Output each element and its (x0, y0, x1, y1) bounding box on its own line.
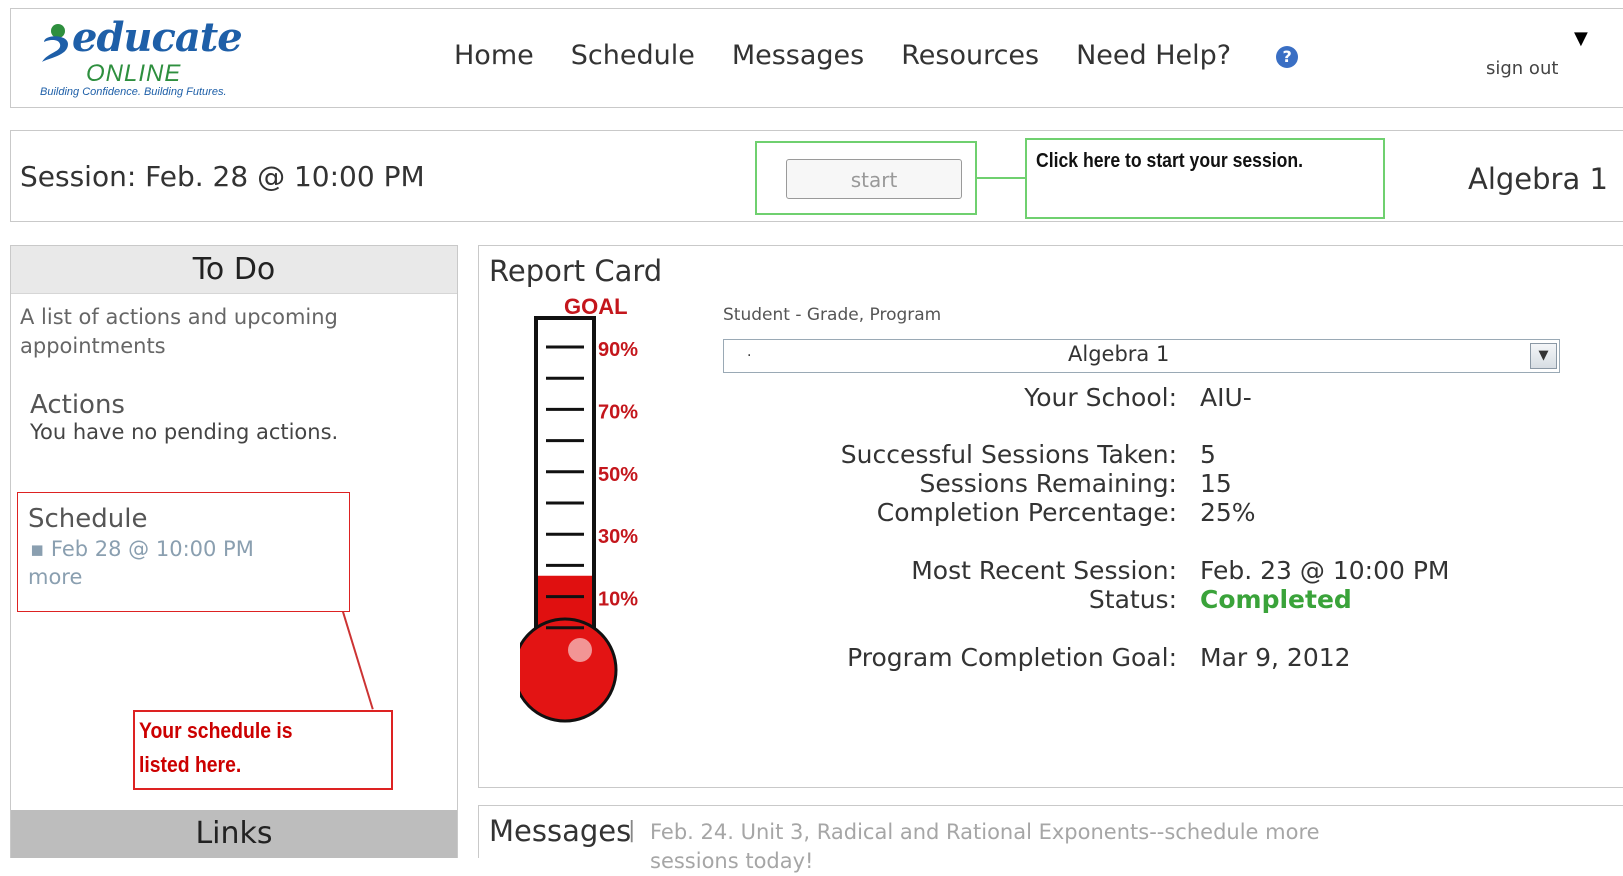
nav-need-help[interactable]: Need Help?? (1076, 40, 1335, 71)
todo-description: A list of actions and upcoming appointme… (20, 305, 338, 358)
thermometer-tick-labels: 90% 70% 50% 30% 10% (598, 339, 638, 611)
todo-heading[interactable]: To Do (11, 246, 457, 294)
progress-thermometer: GOAL 90% 70% 50% 30% 10% (520, 295, 638, 723)
session-subject: Algebra 1 (1468, 162, 1608, 196)
thermometer-tick-label: 30% (598, 526, 638, 548)
session-label: Session: Feb. 28 @ 10:00 PM (20, 160, 425, 193)
main-nav: Home Schedule Messages Resources Need He… (454, 40, 1372, 71)
status-value: Completed (1200, 585, 1352, 614)
thermometer-tick-label: 70% (598, 401, 638, 423)
program-select-prefix: . (747, 344, 752, 360)
thermometer-tick-label: 50% (598, 464, 638, 486)
report-card-title: Report Card (489, 254, 663, 288)
links-heading[interactable]: Links (11, 810, 457, 858)
schedule-annotation-text: Your schedule is listed here. (139, 718, 293, 777)
nav-schedule[interactable]: Schedule (571, 40, 695, 71)
thermometer-tick-label: 90% (598, 339, 638, 361)
chevron-down-icon[interactable]: ▼ (1530, 343, 1557, 369)
completion-percentage-value: 25% (1200, 498, 1256, 527)
school-value: AIU- (1200, 383, 1252, 412)
actions-text: You have no pending actions. (30, 420, 339, 444)
thermometer-bulb-highlight (568, 638, 592, 662)
sessions-taken-label: Successful Sessions Taken: (840, 440, 1177, 469)
program-field-label: Student - Grade, Program (723, 305, 942, 325)
sessions-taken-value: 5 (1200, 440, 1216, 469)
sign-out-link[interactable]: sign out (1486, 58, 1558, 79)
nav-home[interactable]: Home (454, 40, 534, 71)
nav-resources[interactable]: Resources (901, 40, 1039, 71)
dropdown-arrow-icon[interactable]: ▼ (1574, 28, 1588, 49)
message-preview[interactable]: Feb. 24. Unit 3, Radical and Rational Ex… (650, 818, 1390, 876)
sessions-remaining-value: 15 (1200, 469, 1232, 498)
completion-goal-label: Program Completion Goal: (847, 643, 1177, 672)
status-label: Status: (1088, 585, 1177, 614)
logo-figure-icon (42, 24, 68, 62)
logo-tagline: Building Confidence. Building Futures. (40, 86, 227, 98)
completion-percentage-label: Completion Percentage: (876, 498, 1177, 527)
messages-title[interactable]: Messages (489, 814, 631, 848)
schedule-list-item[interactable]: ▪ Feb 28 @ 10:00 PM (30, 537, 254, 561)
schedule-more-link[interactable]: more (28, 565, 82, 589)
recent-session-value: Feb. 23 @ 10:00 PM (1200, 556, 1450, 585)
annotation-connector (977, 177, 1025, 179)
actions-heading: Actions (30, 390, 125, 420)
schedule-item-text: Feb 28 @ 10:00 PM (50, 537, 254, 561)
schedule-heading: Schedule (28, 504, 148, 534)
logo-word: educate (72, 14, 243, 61)
thermometer-tick-label: 10% (598, 589, 638, 611)
educate-online-logo[interactable]: educate ONLINE Building Confidence. Buil… (38, 14, 268, 102)
start-session-button[interactable]: start (786, 159, 962, 199)
program-select-value: Algebra 1 (1068, 342, 1170, 366)
nav-messages[interactable]: Messages (732, 40, 864, 71)
question-circle-icon: ? (1276, 45, 1299, 68)
sessions-remaining-label: Sessions Remaining: (919, 469, 1177, 498)
thermometer-goal-label: GOAL (564, 295, 628, 319)
recent-session-label: Most Recent Session: (911, 556, 1177, 585)
start-annotation-text: Click here to start your session. (1036, 150, 1304, 172)
bullet-icon: ▪ (30, 537, 51, 561)
thermometer-bulb (520, 617, 618, 723)
completion-goal-value: Mar 9, 2012 (1200, 643, 1351, 672)
school-label: Your School: (1024, 383, 1177, 412)
logo-online: ONLINE (86, 60, 182, 87)
messages-separator: | (628, 818, 636, 843)
nav-need-help-label: Need Help? (1076, 40, 1232, 71)
